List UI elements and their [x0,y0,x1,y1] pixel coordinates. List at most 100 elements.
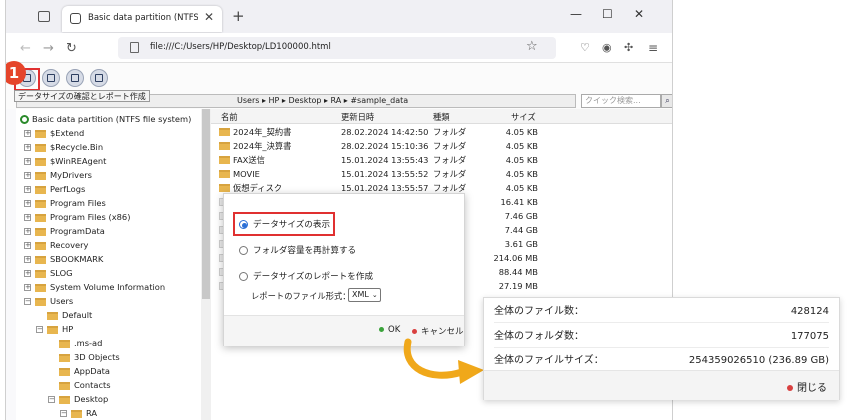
forward-icon[interactable]: → [43,41,54,56]
tree-scrollbar[interactable] [201,109,211,420]
pocket-icon[interactable]: ♡ [580,41,590,54]
back-icon[interactable]: ← [20,41,31,56]
folder-icon [35,241,46,250]
collapse-icon[interactable]: − [60,410,67,417]
column-type[interactable]: 種類 [433,111,450,123]
folder-icon [35,255,46,264]
export-button[interactable] [66,69,84,87]
collapse-icon[interactable]: − [24,298,31,305]
tree-item[interactable]: + Program Files [24,196,106,210]
expand-icon[interactable]: + [24,158,31,165]
binoculars-icon [47,74,55,82]
menu-icon[interactable]: ≡ [648,41,658,55]
option-recalculate[interactable]: フォルダ容量を再計算する [239,244,356,256]
stats-row-files: 全体のファイル数： 428124 [494,301,829,323]
tree-item[interactable]: + PerfLogs [24,182,85,196]
tree-item[interactable]: 3D Objects [48,350,120,364]
expand-icon[interactable]: + [24,242,31,249]
expand-icon[interactable]: + [24,200,31,207]
stats-footer: 閉じる [484,370,839,400]
tree-root[interactable]: Basic data partition (NTFS file system) [20,112,191,126]
search-tool-button[interactable] [42,69,60,87]
list-item[interactable]: 2024年_契約書 28.02.2024 14:42:50 フォルダ 4.05 KB [211,125,672,139]
maximize-icon[interactable]: ☐ [602,7,613,21]
account-icon[interactable]: ◉ [602,41,612,54]
tree-item[interactable]: + $Recycle.Bin [24,140,103,154]
tree-item[interactable]: + Program Files (x86) [24,210,130,224]
option-create-report[interactable]: データサイズのレポートを作成 [239,270,373,282]
expand-icon[interactable]: + [24,144,31,151]
tree-item[interactable]: − Desktop [48,392,108,406]
tree-item[interactable]: − Users [24,294,73,308]
folder-icon [71,409,82,418]
save-button[interactable] [90,69,108,87]
folder-icon [35,283,46,292]
arrow-shaft [403,338,466,379]
tree-item[interactable]: Contacts [48,378,111,392]
format-select[interactable]: XML ⌄ [348,288,381,302]
quick-search-input[interactable]: クイック検索... [581,94,661,108]
tree-item[interactable]: + ProgramData [24,224,105,238]
expand-icon[interactable]: + [24,186,31,193]
scrollbar-thumb[interactable] [202,109,210,299]
close-button[interactable]: 閉じる [787,379,827,394]
folder-icon [59,395,70,404]
window-close-icon[interactable]: ✕ [634,7,644,21]
minimize-icon[interactable]: — [570,7,582,21]
radio-icon[interactable] [239,272,248,281]
tree-item[interactable]: AppData [48,364,110,378]
list-item[interactable]: MOVIE 15.01.2024 13:55:52 フォルダ 4.05 KB [211,167,672,181]
folder-icon [59,367,70,376]
list-header: 名前 更新日時 種類 サイズ [211,109,672,124]
expand-icon[interactable]: + [24,214,31,221]
url-bar[interactable]: file:///C:/Users/HP/Desktop/LD100000.htm… [118,37,556,59]
tab-list-icon[interactable] [38,11,50,22]
folder-icon [219,142,230,150]
tree-item[interactable]: + SLOG [24,266,73,280]
radio-selected-icon[interactable] [239,220,248,229]
list-item[interactable]: 2024年_決算書 28.02.2024 15:10:36 フォルダ 4.05 KB [211,139,672,153]
format-label: レポートのファイル形式： [251,291,351,301]
partition-icon [20,115,29,124]
reload-icon[interactable]: ↻ [66,41,77,56]
tree-item[interactable]: − HP [36,322,73,336]
column-size[interactable]: サイズ [511,111,536,123]
tree-item[interactable]: − RA [60,406,97,420]
expand-icon[interactable]: + [24,130,31,137]
chevron-down-icon: ⌄ [371,291,378,299]
expand-icon[interactable]: + [24,172,31,179]
list-item[interactable]: FAX送信 15.01.2024 13:55:43 フォルダ 4.05 KB [211,153,672,167]
tab-title: Basic data partition (NTFS file s [88,13,198,23]
tree-item[interactable]: + $Extend [24,126,84,140]
cancel-button[interactable]: キャンセル [412,325,464,337]
option-show-data-size[interactable]: データサイズの表示 [239,218,330,230]
tree-item[interactable]: .ms-ad [48,336,102,350]
expand-icon[interactable]: + [24,256,31,263]
tree-item[interactable]: Default [36,308,92,322]
collapse-icon[interactable]: − [48,396,55,403]
tree-item[interactable]: + SBOOKMARK [24,252,103,266]
extensions-icon[interactable]: ✣ [624,41,633,54]
folder-icon [219,170,230,178]
browser-tab[interactable]: Basic data partition (NTFS file s ✕ [62,6,222,32]
ok-button[interactable]: OK [379,325,400,335]
collapse-icon[interactable]: − [36,326,43,333]
expand-icon[interactable]: + [24,284,31,291]
expand-icon[interactable]: + [24,270,31,277]
expand-icon[interactable]: + [24,228,31,235]
column-name[interactable]: 名前 [221,111,238,123]
close-dot-icon [787,385,793,391]
folder-icon [59,381,70,390]
tree-item[interactable]: + MyDrivers [24,168,92,182]
radio-icon[interactable] [239,246,248,255]
star-icon[interactable]: ☆ [526,39,538,54]
tree-item[interactable]: + System Volume Information [24,280,165,294]
tree-item[interactable]: + $WinREAgent [24,154,106,168]
url-text[interactable]: file:///C:/Users/HP/Desktop/LD100000.htm… [150,42,331,52]
close-icon[interactable]: ✕ [204,10,214,24]
column-date[interactable]: 更新日時 [341,111,374,123]
folder-icon [59,339,70,348]
plus-icon[interactable]: + [232,7,245,25]
tree-item[interactable]: + Recovery [24,238,88,252]
search-icon[interactable]: ⌕ [661,94,672,108]
